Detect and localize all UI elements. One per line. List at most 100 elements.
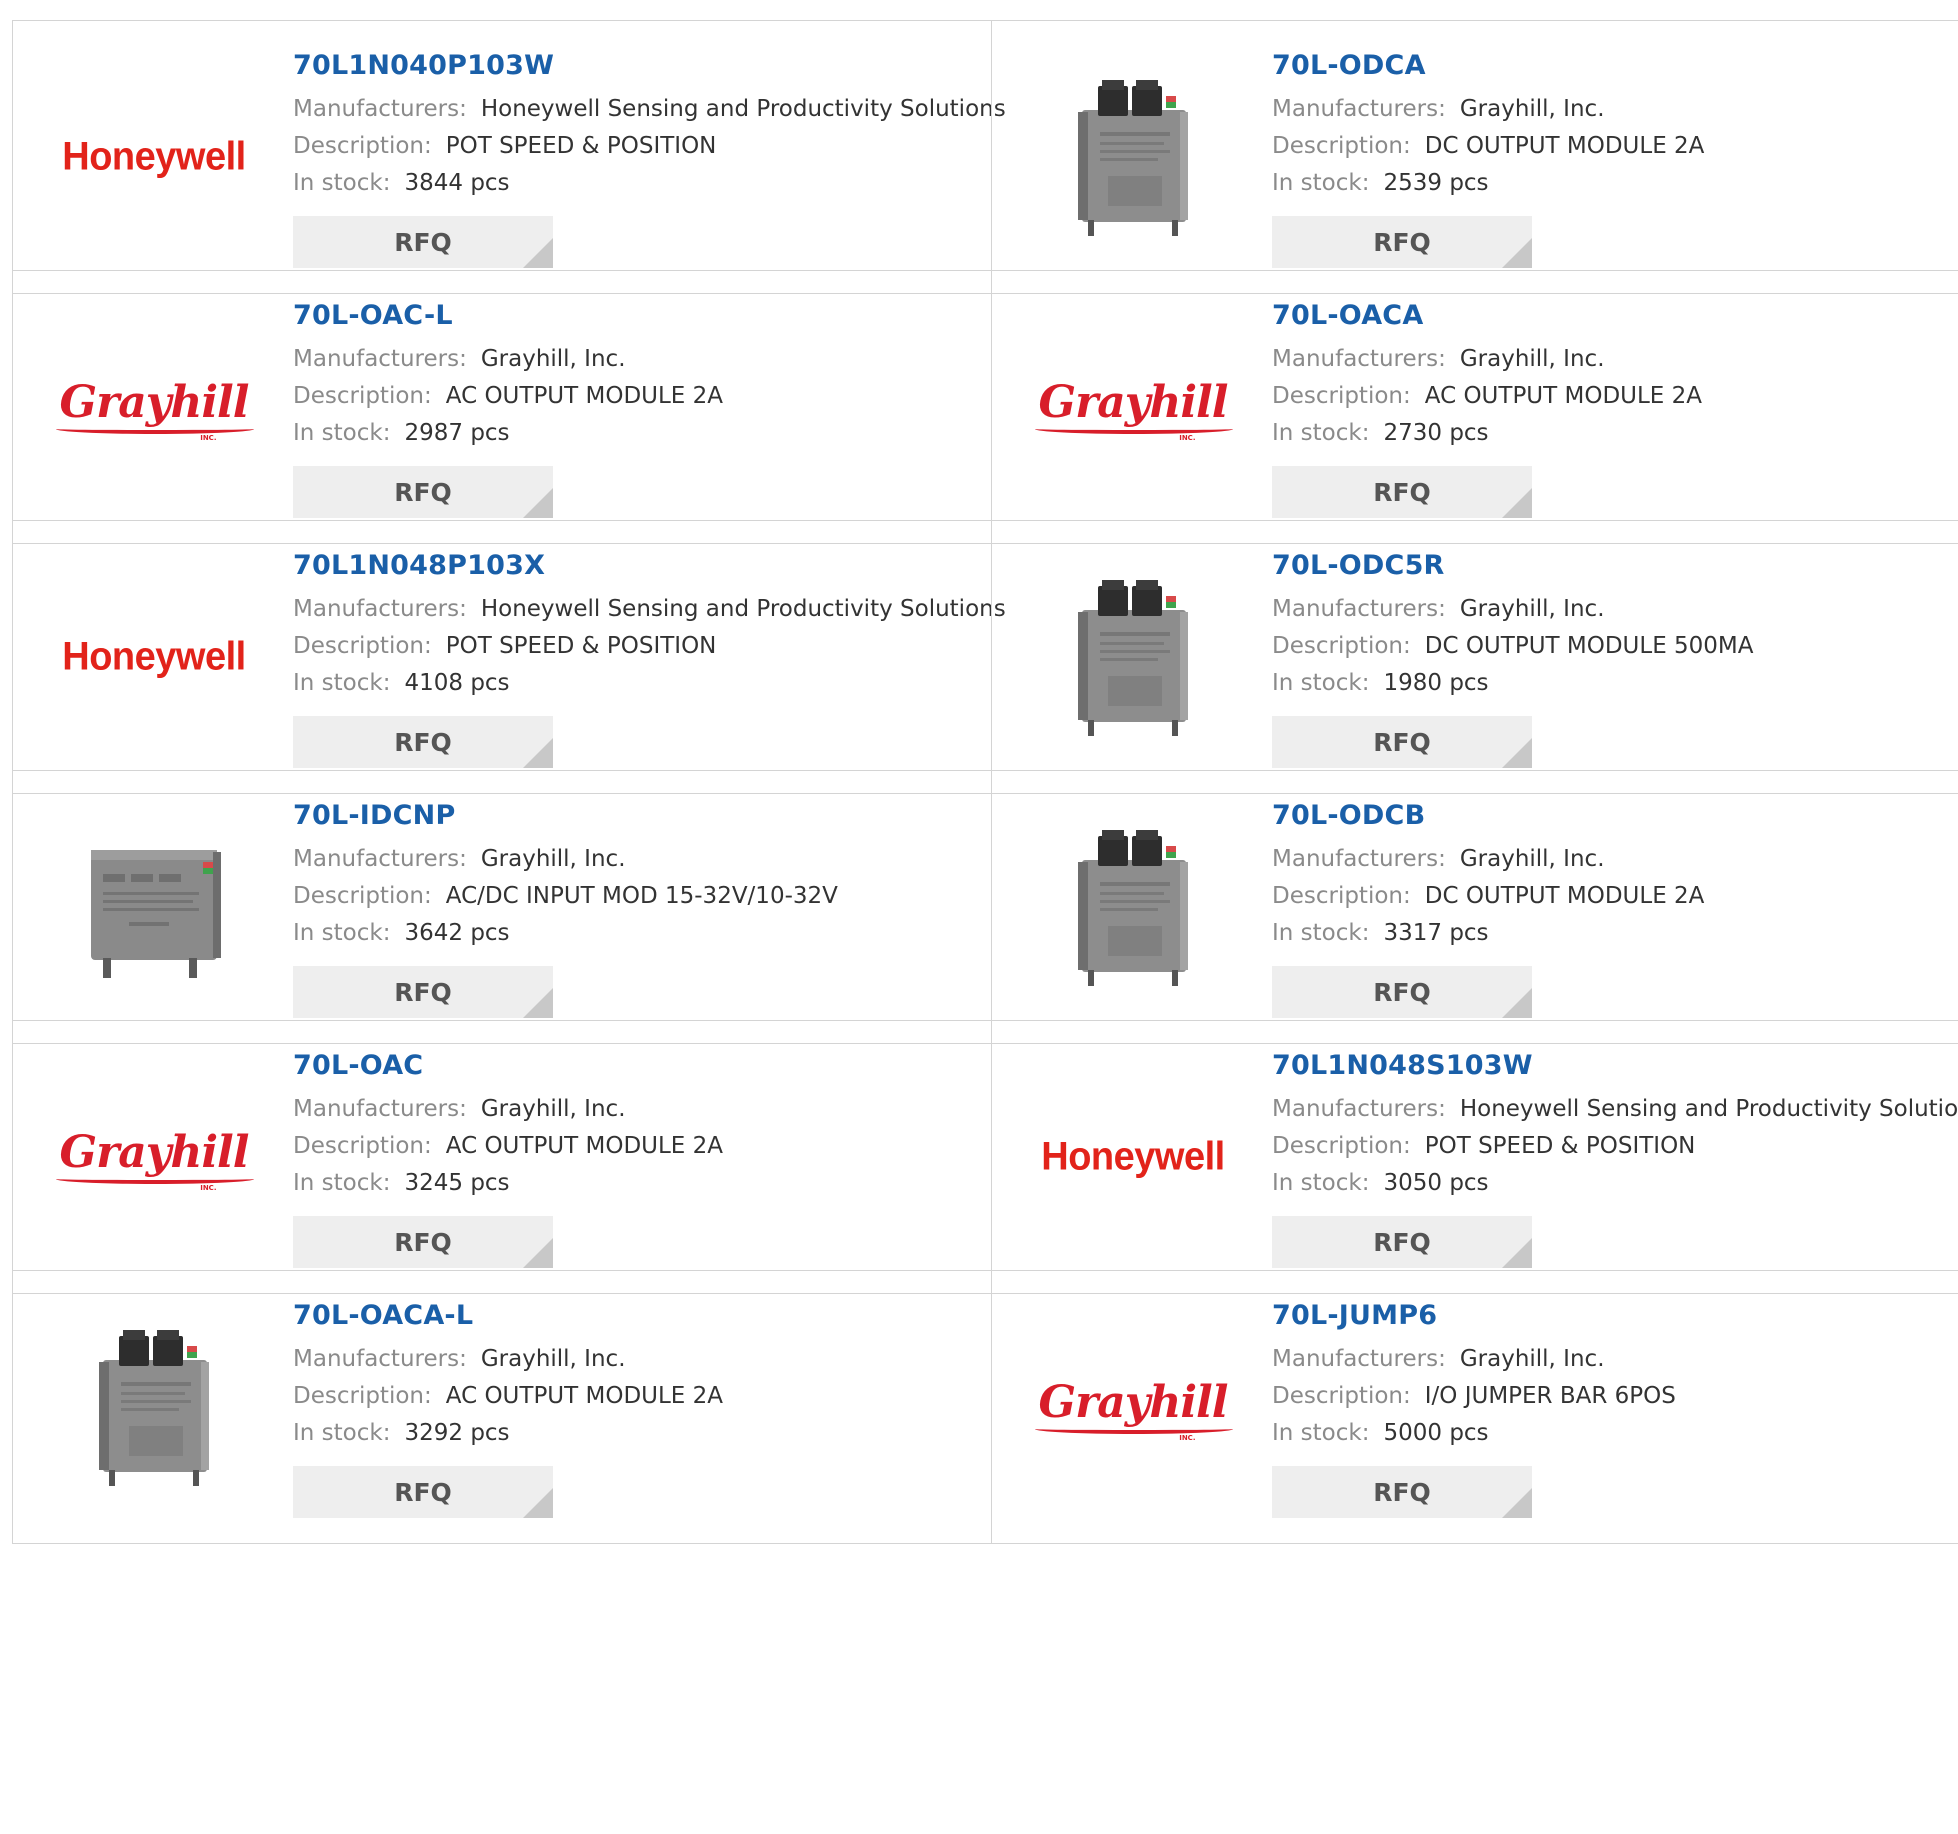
stock-value: 2730 pcs xyxy=(1383,420,1489,446)
rfq-button[interactable]: RFQ xyxy=(293,716,553,768)
description-value: DC OUTPUT MODULE 2A xyxy=(1424,883,1705,909)
description-line: Description: DC OUTPUT MODULE 2A xyxy=(1272,128,1948,165)
product-info: 70L1N048S103W Manufacturers: Honeywell Se… xyxy=(1272,1049,1958,1268)
stock-line: In stock: 2987 pcs xyxy=(293,415,981,452)
manufacturer-label: Manufacturers: xyxy=(1272,96,1446,122)
stock-label: In stock: xyxy=(293,1170,391,1196)
honeywell-logo: Honeywell xyxy=(62,134,246,179)
product-image[interactable]: Honeywell xyxy=(1028,1059,1238,1255)
description-label: Description: xyxy=(1272,633,1411,659)
product-image[interactable]: Grayhill INC. xyxy=(49,1059,259,1255)
rfq-button[interactable]: RFQ xyxy=(293,466,553,518)
product-image[interactable]: Honeywell xyxy=(49,559,259,755)
manufacturer-line: Manufacturers: Grayhill, Inc. xyxy=(1272,91,1948,128)
product-image[interactable]: Grayhill INC. xyxy=(1028,309,1238,505)
product-image[interactable]: Grayhill INC. xyxy=(1028,1309,1238,1505)
manufacturer-label: Manufacturers: xyxy=(1272,846,1446,872)
stock-label: In stock: xyxy=(1272,420,1370,446)
stock-value: 2539 pcs xyxy=(1383,170,1489,196)
rfq-button[interactable]: RFQ xyxy=(1272,1216,1532,1268)
description-label: Description: xyxy=(293,383,432,409)
io-module-image xyxy=(1078,830,1188,986)
description-label: Description: xyxy=(1272,1383,1411,1409)
manufacturer-value: Grayhill, Inc. xyxy=(480,346,626,372)
description-label: Description: xyxy=(293,883,432,909)
part-number-link[interactable]: 70L-OAC-L xyxy=(293,299,981,333)
product-card: Grayhill INC. 70L-OAC-L Manufacturers: Gra… xyxy=(13,271,991,543)
manufacturer-label: Manufacturers: xyxy=(293,1096,467,1122)
stock-value: 3245 pcs xyxy=(404,1170,510,1196)
part-number-link[interactable]: 70L-ODCA xyxy=(1272,49,1948,83)
part-number-link[interactable]: 70L-OAC xyxy=(293,1049,981,1083)
manufacturer-line: Manufacturers: Grayhill, Inc. xyxy=(1272,1341,1948,1378)
honeywell-logo: Honeywell xyxy=(1041,1134,1225,1179)
product-card: 70L-OACA-L Manufacturers: Grayhill, Inc. … xyxy=(13,1271,991,1543)
product-row: 70L-OACA-L Manufacturers: Grayhill, Inc. … xyxy=(12,1270,1958,1544)
description-value: POT SPEED & POSITION xyxy=(445,133,717,159)
product-info: 70L-IDCNP Manufacturers: Grayhill, Inc. D… xyxy=(293,799,981,1018)
part-number-link[interactable]: 70L-JUMP6 xyxy=(1272,1299,1948,1333)
honeywell-logo: Honeywell xyxy=(62,634,246,679)
rfq-button[interactable]: RFQ xyxy=(1272,466,1532,518)
rfq-button[interactable]: RFQ xyxy=(293,966,553,1018)
part-number-link[interactable]: 70L-OACA-L xyxy=(293,1299,981,1333)
product-image[interactable]: Honeywell xyxy=(49,59,259,255)
description-label: Description: xyxy=(1272,1133,1411,1159)
rfq-button[interactable]: RFQ xyxy=(1272,1466,1532,1518)
stock-line: In stock: 2539 pcs xyxy=(1272,165,1948,202)
part-number-link[interactable]: 70L-IDCNP xyxy=(293,799,981,833)
manufacturer-label: Manufacturers: xyxy=(1272,596,1446,622)
logo-swoosh xyxy=(1034,424,1234,434)
description-label: Description: xyxy=(293,633,432,659)
manufacturer-label: Manufacturers: xyxy=(293,846,467,872)
part-number-link[interactable]: 70L1N040P103W xyxy=(293,49,981,83)
manufacturer-line: Manufacturers: Honeywell Sensing and Prod… xyxy=(1272,1091,1958,1128)
rfq-button[interactable]: RFQ xyxy=(1272,216,1532,268)
stock-value: 3292 pcs xyxy=(404,1420,510,1446)
description-value: AC OUTPUT MODULE 2A xyxy=(445,1133,724,1159)
manufacturer-label: Manufacturers: xyxy=(293,96,467,122)
product-image[interactable] xyxy=(1028,59,1238,255)
description-value: POT SPEED & POSITION xyxy=(445,633,717,659)
rfq-button[interactable]: RFQ xyxy=(293,1216,553,1268)
stock-line: In stock: 5000 pcs xyxy=(1272,1415,1948,1452)
part-number-link[interactable]: 70L1N048P103X xyxy=(293,549,981,583)
rfq-button[interactable]: RFQ xyxy=(1272,716,1532,768)
grayhill-logo: Grayhill INC. xyxy=(1034,377,1234,442)
product-info: 70L1N048P103X Manufacturers: Honeywell Se… xyxy=(293,549,1006,768)
product-image[interactable] xyxy=(49,1309,259,1505)
rfq-button[interactable]: RFQ xyxy=(1272,966,1532,1018)
product-image[interactable] xyxy=(49,809,259,1005)
manufacturer-value: Honeywell Sensing and Productivity Solut… xyxy=(1459,1096,1958,1122)
stock-line: In stock: 1980 pcs xyxy=(1272,665,1948,702)
rfq-button[interactable]: RFQ xyxy=(293,216,553,268)
product-image[interactable] xyxy=(1028,809,1238,1005)
stock-label: In stock: xyxy=(1272,1170,1370,1196)
manufacturer-value: Grayhill, Inc. xyxy=(1459,596,1605,622)
stock-label: In stock: xyxy=(293,170,391,196)
product-row: Honeywell 70L1N040P103W Manufacturers: Ho… xyxy=(12,20,1958,294)
product-info: 70L-OACA Manufacturers: Grayhill, Inc. De… xyxy=(1272,299,1948,518)
description-value: DC OUTPUT MODULE 500MA xyxy=(1424,633,1754,659)
manufacturer-line: Manufacturers: Grayhill, Inc. xyxy=(293,1341,981,1378)
product-row: Grayhill INC. 70L-OAC-L Manufacturers: Gra… xyxy=(12,270,1958,544)
part-number-link[interactable]: 70L1N048S103W xyxy=(1272,1049,1948,1083)
rfq-button[interactable]: RFQ xyxy=(293,1466,553,1518)
part-number-link[interactable]: 70L-ODCB xyxy=(1272,799,1948,833)
stock-value: 5000 pcs xyxy=(1383,1420,1489,1446)
stock-line: In stock: 3642 pcs xyxy=(293,915,981,952)
stock-value: 1980 pcs xyxy=(1383,670,1489,696)
part-number-link[interactable]: 70L-ODC5R xyxy=(1272,549,1948,583)
io-module-image xyxy=(1078,80,1188,236)
stock-label: In stock: xyxy=(1272,920,1370,946)
description-label: Description: xyxy=(1272,133,1411,159)
part-number-link[interactable]: 70L-OACA xyxy=(1272,299,1948,333)
product-image[interactable]: Grayhill INC. xyxy=(49,309,259,505)
manufacturer-value: Grayhill, Inc. xyxy=(1459,346,1605,372)
manufacturer-line: Manufacturers: Grayhill, Inc. xyxy=(1272,341,1948,378)
description-line: Description: AC OUTPUT MODULE 2A xyxy=(1272,378,1948,415)
grayhill-logo: Grayhill INC. xyxy=(1034,1377,1234,1442)
manufacturer-line: Manufacturers: Grayhill, Inc. xyxy=(293,1091,981,1128)
description-value: AC OUTPUT MODULE 2A xyxy=(445,1383,724,1409)
product-image[interactable] xyxy=(1028,559,1238,755)
